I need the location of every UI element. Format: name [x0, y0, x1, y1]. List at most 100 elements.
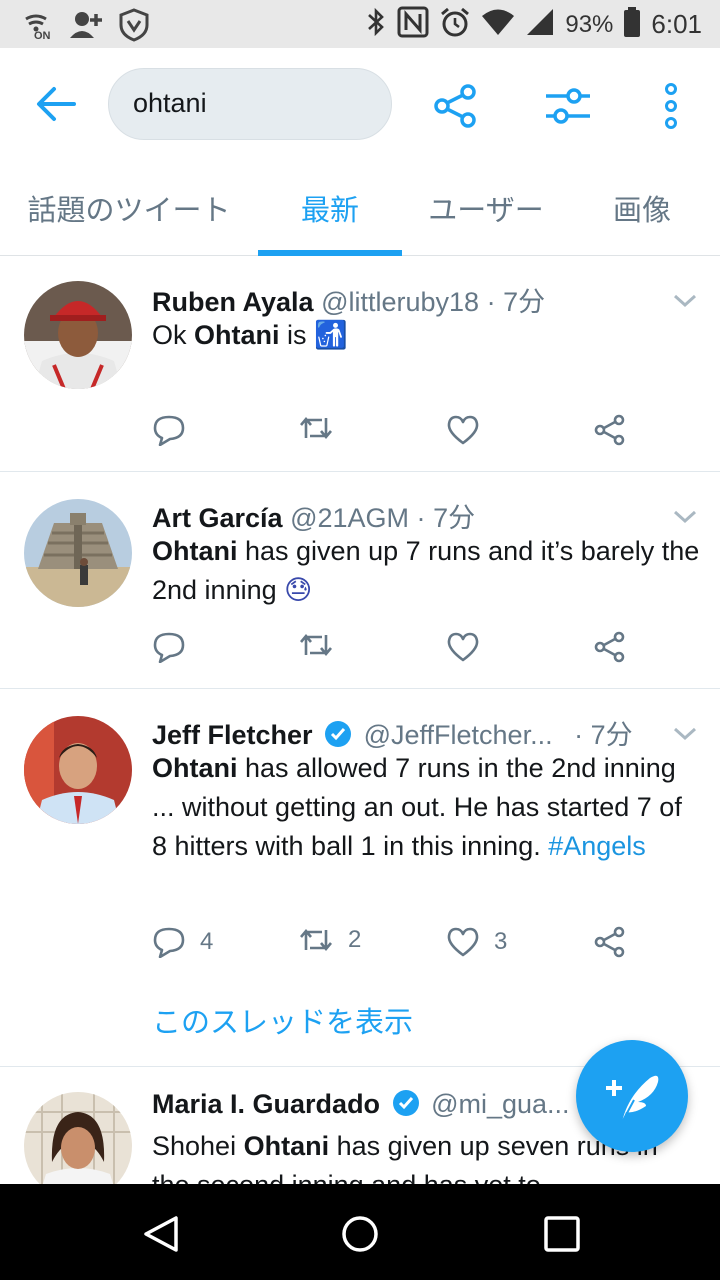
like-button[interactable] [446, 414, 480, 446]
circle-home-icon [342, 1216, 378, 1252]
user-handle[interactable]: @littleruby18 [321, 287, 479, 317]
share-tweet-button[interactable] [594, 414, 626, 446]
tweet-item[interactable]: Jeff Fletcher @JeffFletcher... · 7分 Ohta… [0, 689, 720, 1067]
avatar[interactable] [24, 1092, 132, 1185]
compose-tweet-button[interactable] [576, 1040, 688, 1152]
search-header: ohtani [0, 48, 720, 160]
alarm-icon [439, 6, 471, 43]
tweet-time: 7分 [503, 287, 546, 317]
share-icon [594, 631, 625, 663]
user-name[interactable]: Jeff Fletcher [152, 720, 313, 750]
add-contact-icon [68, 8, 104, 47]
search-query-text: ohtani [133, 88, 207, 118]
avatar[interactable] [24, 499, 132, 607]
tab-latest[interactable]: 最新 [258, 160, 402, 256]
chevron-down-icon[interactable] [672, 508, 698, 526]
system-nav-bar [0, 1184, 720, 1280]
show-thread-link[interactable]: このスレッドを表示 [152, 999, 413, 1041]
tweet-header: Maria I. Guardado @mi_gua... [152, 1089, 570, 1120]
chevron-down-icon[interactable] [672, 725, 698, 743]
heart-icon [447, 632, 479, 662]
battery-icon [623, 6, 641, 43]
search-tabs: 話題のツイート 最新 ユーザー 画像 [0, 160, 720, 256]
tweet-actions: 4 2 3 [152, 926, 672, 966]
avatar[interactable] [24, 281, 132, 389]
retweet-icon [300, 416, 332, 440]
avatar[interactable] [24, 716, 132, 824]
retweet-icon [300, 928, 332, 952]
reply-icon [153, 927, 185, 958]
compose-feather-icon [606, 1075, 659, 1127]
emoji: 🚮 [314, 320, 348, 351]
tab-top-tweets[interactable]: 話題のツイート [0, 160, 258, 256]
user-handle[interactable]: @JeffFletcher... [364, 720, 553, 750]
reply-count: 4 [200, 928, 214, 955]
search-filter-button[interactable] [544, 82, 592, 130]
like-count: 3 [494, 928, 508, 955]
share-search-button[interactable] [432, 82, 480, 130]
share-icon [594, 414, 625, 446]
back-button[interactable] [34, 84, 78, 124]
verified-badge-icon [325, 721, 352, 747]
tweet-item[interactable]: Art García @21AGM · 7分 Ohtani has given … [0, 472, 720, 689]
nfc-n-icon [397, 6, 429, 43]
tab-images[interactable]: 画像 [570, 160, 714, 256]
emoji: 😓 [284, 575, 313, 606]
nav-back-button[interactable] [138, 1212, 182, 1256]
vertical-ellipsis-icon [665, 83, 677, 129]
more-options-button[interactable] [656, 82, 686, 130]
share-tweet-button[interactable] [594, 631, 626, 663]
nav-home-button[interactable] [338, 1212, 382, 1256]
share-tweet-button[interactable] [594, 926, 626, 958]
reply-icon [153, 632, 185, 663]
wifi-icon [481, 7, 515, 42]
reply-button[interactable]: 4 [152, 926, 213, 958]
vpn-shield-icon [118, 8, 150, 47]
status-bar: ON 93% 6:01 [0, 0, 720, 48]
active-tab-indicator [258, 250, 402, 256]
reply-button[interactable] [152, 631, 186, 663]
like-button[interactable]: 3 [446, 926, 507, 958]
retweet-count: 2 [348, 926, 362, 953]
tweet-text: Ohtani has given up 7 runs and it’s bare… [152, 536, 700, 606]
share-icon [594, 926, 625, 958]
tweet-header: Jeff Fletcher @JeffFletcher... · 7分 [152, 713, 633, 752]
tweet-actions [152, 414, 672, 454]
chevron-down-icon[interactable] [672, 292, 698, 310]
user-name[interactable]: Art García [152, 503, 283, 533]
separator-dot: · [574, 720, 584, 750]
search-input[interactable]: ohtani [108, 68, 392, 140]
tweet-actions [152, 631, 672, 671]
retweet-button[interactable] [298, 631, 334, 659]
tweet-text: Ohtani has allowed 7 runs in the 2nd inn… [152, 753, 682, 861]
heart-icon [447, 415, 479, 445]
user-handle[interactable]: @21AGM [290, 503, 409, 533]
tweet-header: Ruben Ayala @littleruby18 · 7分 [152, 280, 545, 319]
hashtag-link[interactable]: #Angels [548, 831, 646, 861]
tab-users[interactable]: ユーザー [402, 160, 570, 256]
user-name[interactable]: Ruben Ayala [152, 287, 314, 317]
separator-dot: · [486, 287, 496, 317]
bluetooth-icon [365, 6, 387, 43]
tweet-text: Ok Ohtani is 🚮 [152, 320, 348, 351]
tweet-header: Art García @21AGM · 7分 [152, 496, 475, 535]
nfc-label: ON [34, 29, 51, 42]
retweet-button[interactable] [298, 414, 334, 442]
retweet-icon [300, 633, 332, 657]
heart-icon [447, 927, 479, 957]
tweet-time: 7分 [590, 720, 633, 750]
user-name[interactable]: Maria I. Guardado [152, 1089, 380, 1119]
tweet-time: 7分 [433, 503, 476, 533]
battery-percent: 93% [565, 10, 614, 38]
clock-time: 6:01 [651, 9, 702, 39]
nfc-icon: ON [20, 11, 54, 45]
share-icon [434, 84, 476, 128]
tweet-item[interactable]: Ruben Ayala @littleruby18 · 7分 Ok Ohtani… [0, 257, 720, 472]
reply-icon [153, 415, 185, 446]
nav-recents-button[interactable] [540, 1212, 584, 1256]
verified-badge-icon [392, 1090, 419, 1116]
retweet-button[interactable]: 2 [298, 926, 361, 954]
user-handle[interactable]: @mi_gua... [431, 1089, 569, 1119]
like-button[interactable] [446, 631, 480, 663]
reply-button[interactable] [152, 414, 186, 446]
